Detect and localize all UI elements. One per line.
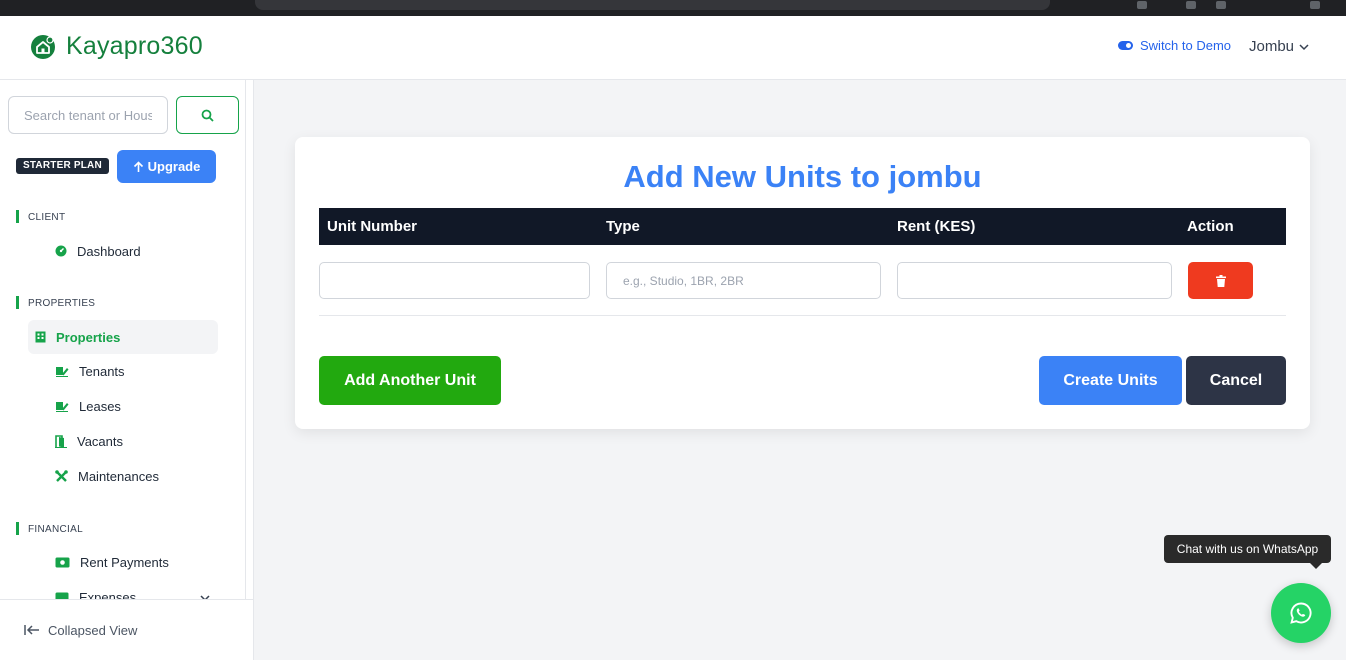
whatsapp-chat-button[interactable] xyxy=(1271,583,1331,643)
app-name: Kayapro360 xyxy=(66,32,203,60)
units-table-header: Unit Number Type Rent (KES) Action xyxy=(319,208,1286,245)
signature-icon xyxy=(56,367,69,377)
search-icon xyxy=(201,109,214,122)
whatsapp-tooltip: Chat with us on WhatsApp xyxy=(1164,535,1331,569)
browser-toolbar xyxy=(0,0,1346,16)
extension-icon[interactable] xyxy=(1216,1,1226,9)
user-name: Jombu xyxy=(1249,38,1295,55)
sidebar-scroll-area[interactable]: STARTER PLAN Upgrade CLIENT Dashboard PR… xyxy=(0,80,246,599)
column-header: Rent (KES) xyxy=(897,218,976,235)
sidebar-item-label: Expenses xyxy=(79,589,137,600)
add-another-unit-button[interactable]: Add Another Unit xyxy=(319,356,501,405)
sidebar-item-vacants[interactable]: Vacants xyxy=(28,424,218,458)
building-icon xyxy=(35,331,46,343)
switch-to-demo-toggle[interactable]: Switch to Demo xyxy=(1118,38,1231,53)
sidebar-item-tenants[interactable]: Tenants xyxy=(28,354,218,388)
logo[interactable]: Kayapro360 xyxy=(30,32,203,61)
search-button[interactable] xyxy=(176,96,239,134)
user-menu[interactable]: Jombu xyxy=(1249,38,1310,55)
column-header: Unit Number xyxy=(327,218,417,235)
plan-badge: STARTER PLAN xyxy=(16,158,109,174)
extension-icon[interactable] xyxy=(1137,1,1147,9)
signature-icon xyxy=(56,402,69,412)
unit-type-input[interactable] xyxy=(606,262,881,299)
extension-icon[interactable] xyxy=(1310,1,1320,9)
add-units-card: Add New Units to jombu Unit Number Type … xyxy=(295,137,1310,429)
tools-icon xyxy=(55,469,68,482)
search-input[interactable] xyxy=(8,96,168,134)
arrow-up-icon xyxy=(133,160,143,172)
sidebar-item-properties[interactable]: Properties xyxy=(28,320,218,354)
sidebar-item-rent-payments[interactable]: Rent Payments xyxy=(28,545,218,579)
extension-icon[interactable] xyxy=(1186,1,1196,9)
collapse-left-icon xyxy=(24,625,39,635)
cancel-button[interactable]: Cancel xyxy=(1186,356,1286,405)
create-units-button[interactable]: Create Units xyxy=(1039,356,1182,405)
upgrade-label: Upgrade xyxy=(147,159,201,174)
collapsed-view-label: Collapsed View xyxy=(48,622,138,638)
sidebar-item-label: Rent Payments xyxy=(80,554,169,570)
section-financial: FINANCIAL xyxy=(16,522,83,535)
column-header: Action xyxy=(1187,218,1234,235)
dashboard-icon xyxy=(55,245,67,257)
app-header: Kayapro360 Switch to Demo Jombu xyxy=(0,16,1346,80)
sidebar-item-leases[interactable]: Leases xyxy=(28,389,218,423)
door-open-icon xyxy=(55,434,67,448)
sidebar-item-label: Vacants xyxy=(77,433,124,449)
sidebar-item-dashboard[interactable]: Dashboard xyxy=(28,234,218,268)
delete-row-button[interactable] xyxy=(1188,262,1253,299)
trash-icon xyxy=(1215,274,1226,287)
chevron-down-icon[interactable] xyxy=(199,592,211,599)
whatsapp-icon xyxy=(1290,602,1312,624)
collapsed-view-toggle[interactable]: Collapsed View xyxy=(0,599,253,660)
divider xyxy=(319,315,1286,316)
house-logo-icon xyxy=(31,34,55,59)
sidebar-item-label: Leases xyxy=(79,398,121,414)
section-client: CLIENT xyxy=(16,210,65,223)
section-properties: PROPERTIES xyxy=(16,296,95,309)
sidebar-item-label: Properties xyxy=(56,329,121,345)
sidebar-item-expenses[interactable]: Expenses xyxy=(28,580,218,599)
address-bar[interactable] xyxy=(255,0,1050,10)
sidebar-item-maintenances[interactable]: Maintenances xyxy=(28,459,218,493)
sidebar: STARTER PLAN Upgrade CLIENT Dashboard PR… xyxy=(0,80,254,660)
switch-demo-label: Switch to Demo xyxy=(1140,38,1232,53)
page-title: Add New Units to jombu xyxy=(623,159,982,194)
column-header: Type xyxy=(606,218,640,235)
upgrade-button[interactable]: Upgrade xyxy=(117,150,216,183)
rent-input[interactable] xyxy=(897,262,1172,299)
sidebar-item-label: Tenants xyxy=(79,363,125,379)
sidebar-item-label: Maintenances xyxy=(78,468,159,484)
chevron-down-icon xyxy=(1299,43,1309,50)
unit-number-input[interactable] xyxy=(319,262,590,299)
toggle-icon xyxy=(1118,41,1133,50)
sidebar-item-label: Dashboard xyxy=(77,243,141,259)
wallet-icon xyxy=(55,592,69,599)
money-icon xyxy=(55,557,70,567)
